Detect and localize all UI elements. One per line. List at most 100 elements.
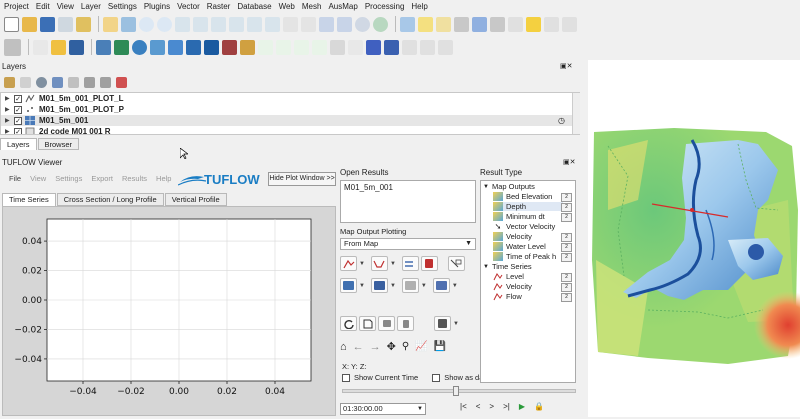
secondary-axis-toggle[interactable]: 2 — [561, 293, 572, 302]
pan-icon[interactable] — [103, 16, 118, 32]
pan-move-icon[interactable]: ✥ — [387, 340, 396, 353]
tcf-icon[interactable] — [204, 39, 219, 55]
map-canvas[interactable] — [588, 60, 800, 417]
legend-button[interactable] — [434, 316, 451, 331]
menu-database[interactable]: Database — [237, 2, 271, 11]
check-3-icon[interactable] — [294, 39, 309, 55]
check-4-icon[interactable] — [312, 39, 327, 55]
expand-arrow-icon[interactable]: ▶ — [5, 117, 11, 124]
check-1-icon[interactable] — [258, 39, 273, 55]
result-item-flow[interactable]: Flow — [493, 292, 522, 301]
table-icon[interactable] — [402, 39, 417, 55]
result-item-ts-velocity[interactable]: Velocity — [493, 282, 532, 291]
menu-raster[interactable]: Raster — [207, 2, 231, 11]
menu-mesh[interactable]: Mesh — [302, 2, 322, 11]
expand-arrow-icon[interactable]: ▶ — [5, 106, 11, 113]
tree-group-time-series[interactable]: ▼ Time Series — [483, 262, 532, 271]
layer-item[interactable]: ▶ ✓ M01_5m_001_PLOT_P — [1, 104, 579, 115]
menu-edit[interactable]: Edit — [36, 2, 50, 11]
flux-line-button[interactable] — [401, 256, 419, 271]
plugin-h-icon[interactable] — [438, 39, 453, 55]
menu-layer[interactable]: Layer — [81, 2, 101, 11]
home-icon[interactable]: ⌂ — [340, 341, 347, 353]
new-3d-view-icon[interactable] — [301, 16, 316, 32]
save-figure-icon[interactable]: 💾 — [434, 341, 446, 352]
new-project-icon[interactable] — [4, 16, 19, 32]
arr-icon[interactable] — [366, 39, 381, 55]
sum-icon[interactable] — [490, 16, 505, 32]
show-as-dates-checkbox[interactable] — [432, 373, 441, 382]
remove-layer-icon[interactable] — [116, 76, 127, 88]
result-item-bed-elevation[interactable]: Bed Elevation — [493, 192, 552, 201]
menu-project[interactable]: Project — [4, 2, 29, 11]
tab-vertical-profile[interactable]: Vertical Profile — [164, 193, 227, 206]
digitize-icon[interactable] — [4, 38, 21, 56]
grid-icon[interactable] — [384, 39, 399, 55]
cross-section-plot-button[interactable] — [370, 256, 388, 271]
time-slider-track[interactable] — [342, 389, 576, 393]
tuflow-icon[interactable] — [114, 39, 129, 55]
tab-layers[interactable]: Layers — [0, 138, 37, 150]
add-vector-icon[interactable] — [51, 39, 66, 55]
zoom-selection-icon[interactable] — [193, 16, 208, 32]
plugin-g-icon[interactable] — [420, 39, 435, 55]
open-styling-icon[interactable] — [4, 76, 15, 88]
time-slider-handle[interactable] — [453, 386, 459, 396]
bookmark-icon[interactable] — [319, 16, 334, 32]
zoom-next-icon[interactable] — [265, 16, 280, 32]
result-item-depth[interactable]: Depth — [493, 202, 563, 211]
layer-visibility-checkbox[interactable]: ✓ — [14, 105, 22, 114]
filter-legend-icon[interactable] — [52, 76, 63, 88]
back-arrow-icon[interactable]: ← — [353, 341, 364, 353]
expand-arrow-icon[interactable]: ▶ — [5, 95, 11, 102]
plot-options-button[interactable] — [432, 278, 450, 293]
refresh-icon[interactable] — [373, 16, 388, 32]
layer-visibility-checkbox[interactable]: ✓ — [14, 94, 22, 103]
map-output-1d-button[interactable] — [340, 278, 357, 293]
secondary-axis-toggle[interactable]: 2 — [561, 243, 572, 252]
clip-icon[interactable] — [348, 39, 363, 55]
configure-subplots-icon[interactable]: 📈 — [415, 341, 427, 352]
hide-plot-window-button[interactable]: Hide Plot Window >> — [268, 172, 336, 186]
print-layout-icon[interactable] — [58, 16, 73, 32]
menu-web[interactable]: Web — [279, 2, 295, 11]
tv-menu-help[interactable]: Help — [156, 174, 171, 183]
plugin-b-icon[interactable] — [150, 39, 165, 55]
menu-settings[interactable]: Settings — [108, 2, 137, 11]
identify-icon[interactable] — [400, 16, 415, 32]
secondary-axis-toggle[interactable]: 2 — [561, 273, 572, 282]
statistics-icon[interactable] — [472, 16, 487, 32]
add-group-icon[interactable] — [20, 76, 31, 88]
menu-vector[interactable]: Vector — [177, 2, 200, 11]
pan-to-selection-icon[interactable] — [121, 16, 136, 32]
select-plot-button[interactable] — [447, 256, 465, 271]
menu-plugins[interactable]: Plugins — [144, 2, 170, 11]
tag-icon[interactable] — [330, 39, 345, 55]
first-timestep-button[interactable]: |< — [460, 402, 467, 411]
time-series-chart[interactable]: −0.04 −0.02 0.00 0.02 0.04 0.04 0.02 0.00 −0.02 −… — [3, 207, 335, 415]
tab-cross-section[interactable]: Cross Section / Long Profile — [56, 193, 164, 206]
expand-arrow-icon[interactable]: ▶ — [5, 128, 11, 134]
previous-timestep-button[interactable]: < — [476, 402, 481, 411]
menu-processing[interactable]: Processing — [365, 2, 405, 11]
freeze-axis-button[interactable] — [359, 316, 376, 331]
map-output-2d-button[interactable] — [370, 278, 388, 293]
show-current-time-checkbox[interactable] — [342, 373, 350, 382]
plugin-d-icon[interactable] — [186, 39, 201, 55]
vertical-profile-button[interactable] — [401, 278, 419, 293]
temporal-clock-icon[interactable]: ◷ — [558, 116, 565, 125]
open-result-item[interactable]: M01_5m_001 — [344, 183, 472, 192]
result-item-minimum-dt[interactable]: Minimum dt — [493, 212, 545, 221]
axis-limits-x-button[interactable] — [378, 316, 395, 331]
layer-tree-scrollbar[interactable] — [572, 93, 580, 134]
tree-group-map-outputs[interactable]: ▼ Map Outputs — [483, 182, 535, 191]
zoom-last-icon[interactable] — [247, 16, 262, 32]
open-results-list[interactable]: M01_5m_001 — [340, 180, 476, 223]
current-time-select[interactable]: 01:30:00.00 ▼ — [340, 403, 426, 415]
tv-menu-view[interactable]: View — [30, 174, 46, 183]
secondary-axis-toggle[interactable]: 2 — [561, 283, 572, 292]
new-map-view-icon[interactable] — [283, 16, 298, 32]
zoom-in-icon[interactable] — [139, 16, 154, 32]
dock-controls[interactable]: ▣✕ — [560, 62, 572, 70]
secondary-axis-toggle[interactable]: 2 — [561, 233, 572, 242]
